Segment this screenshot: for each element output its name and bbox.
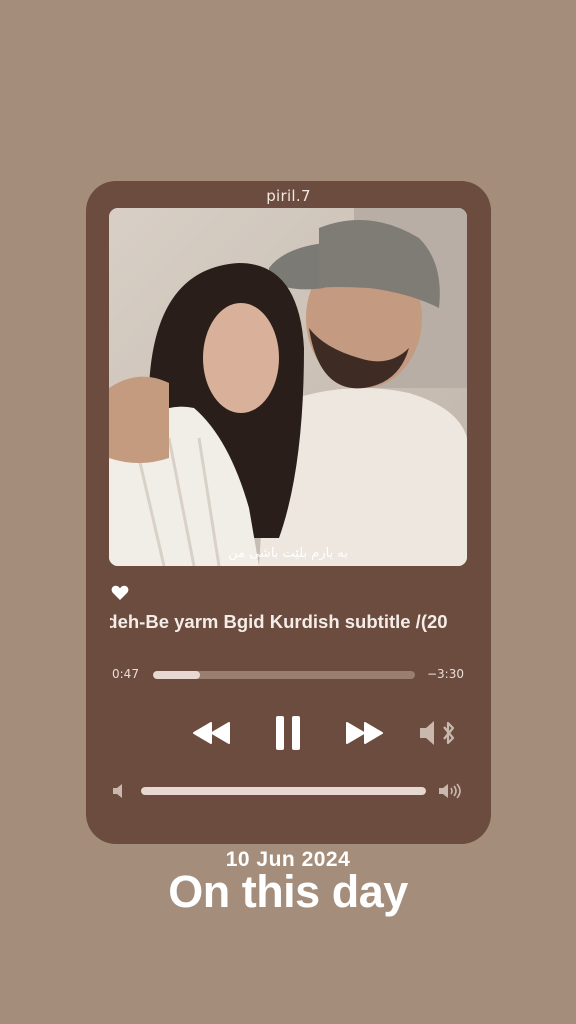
rewind-button[interactable] <box>190 717 234 749</box>
pause-icon <box>276 716 300 750</box>
music-player-card: piril.7 به یارم بلێت باشی من ydeh-Be yar… <box>86 181 491 844</box>
on-this-day-heading: On this day <box>168 866 408 917</box>
progress-fill <box>153 671 201 679</box>
speaker-bluetooth-icon <box>420 721 455 745</box>
elapsed-time: 0:47 <box>112 667 139 681</box>
progress-bar[interactable] <box>153 671 415 679</box>
audio-output-button[interactable] <box>418 717 458 749</box>
track-title: ydeh-Be yarm Bgid Kurdish subtitle /(20 <box>110 611 448 632</box>
fast-forward-button[interactable] <box>342 717 386 749</box>
fast-forward-icon <box>346 722 383 744</box>
volume-high-icon <box>438 783 464 799</box>
remaining-time: −3:30 <box>426 667 464 681</box>
rewind-icon <box>193 722 230 744</box>
pause-button[interactable] <box>270 713 306 753</box>
artwork-photo: به یارم بلێت باشی من <box>109 208 467 566</box>
volume-fill <box>141 787 426 795</box>
album-artwork: به یارم بلێت باشی من <box>109 208 467 566</box>
volume-low-icon <box>112 783 126 799</box>
track-title-container: ydeh-Be yarm Bgid Kurdish subtitle /(20 <box>110 609 468 635</box>
artwork-caption: به یارم بلێت باشی من <box>228 546 348 561</box>
heart-icon[interactable] <box>111 583 133 605</box>
volume-slider[interactable] <box>141 787 426 795</box>
story-page: piril.7 به یارم بلێت باشی من ydeh-Be yar… <box>0 0 576 1024</box>
username-label: piril.7 <box>266 187 311 205</box>
